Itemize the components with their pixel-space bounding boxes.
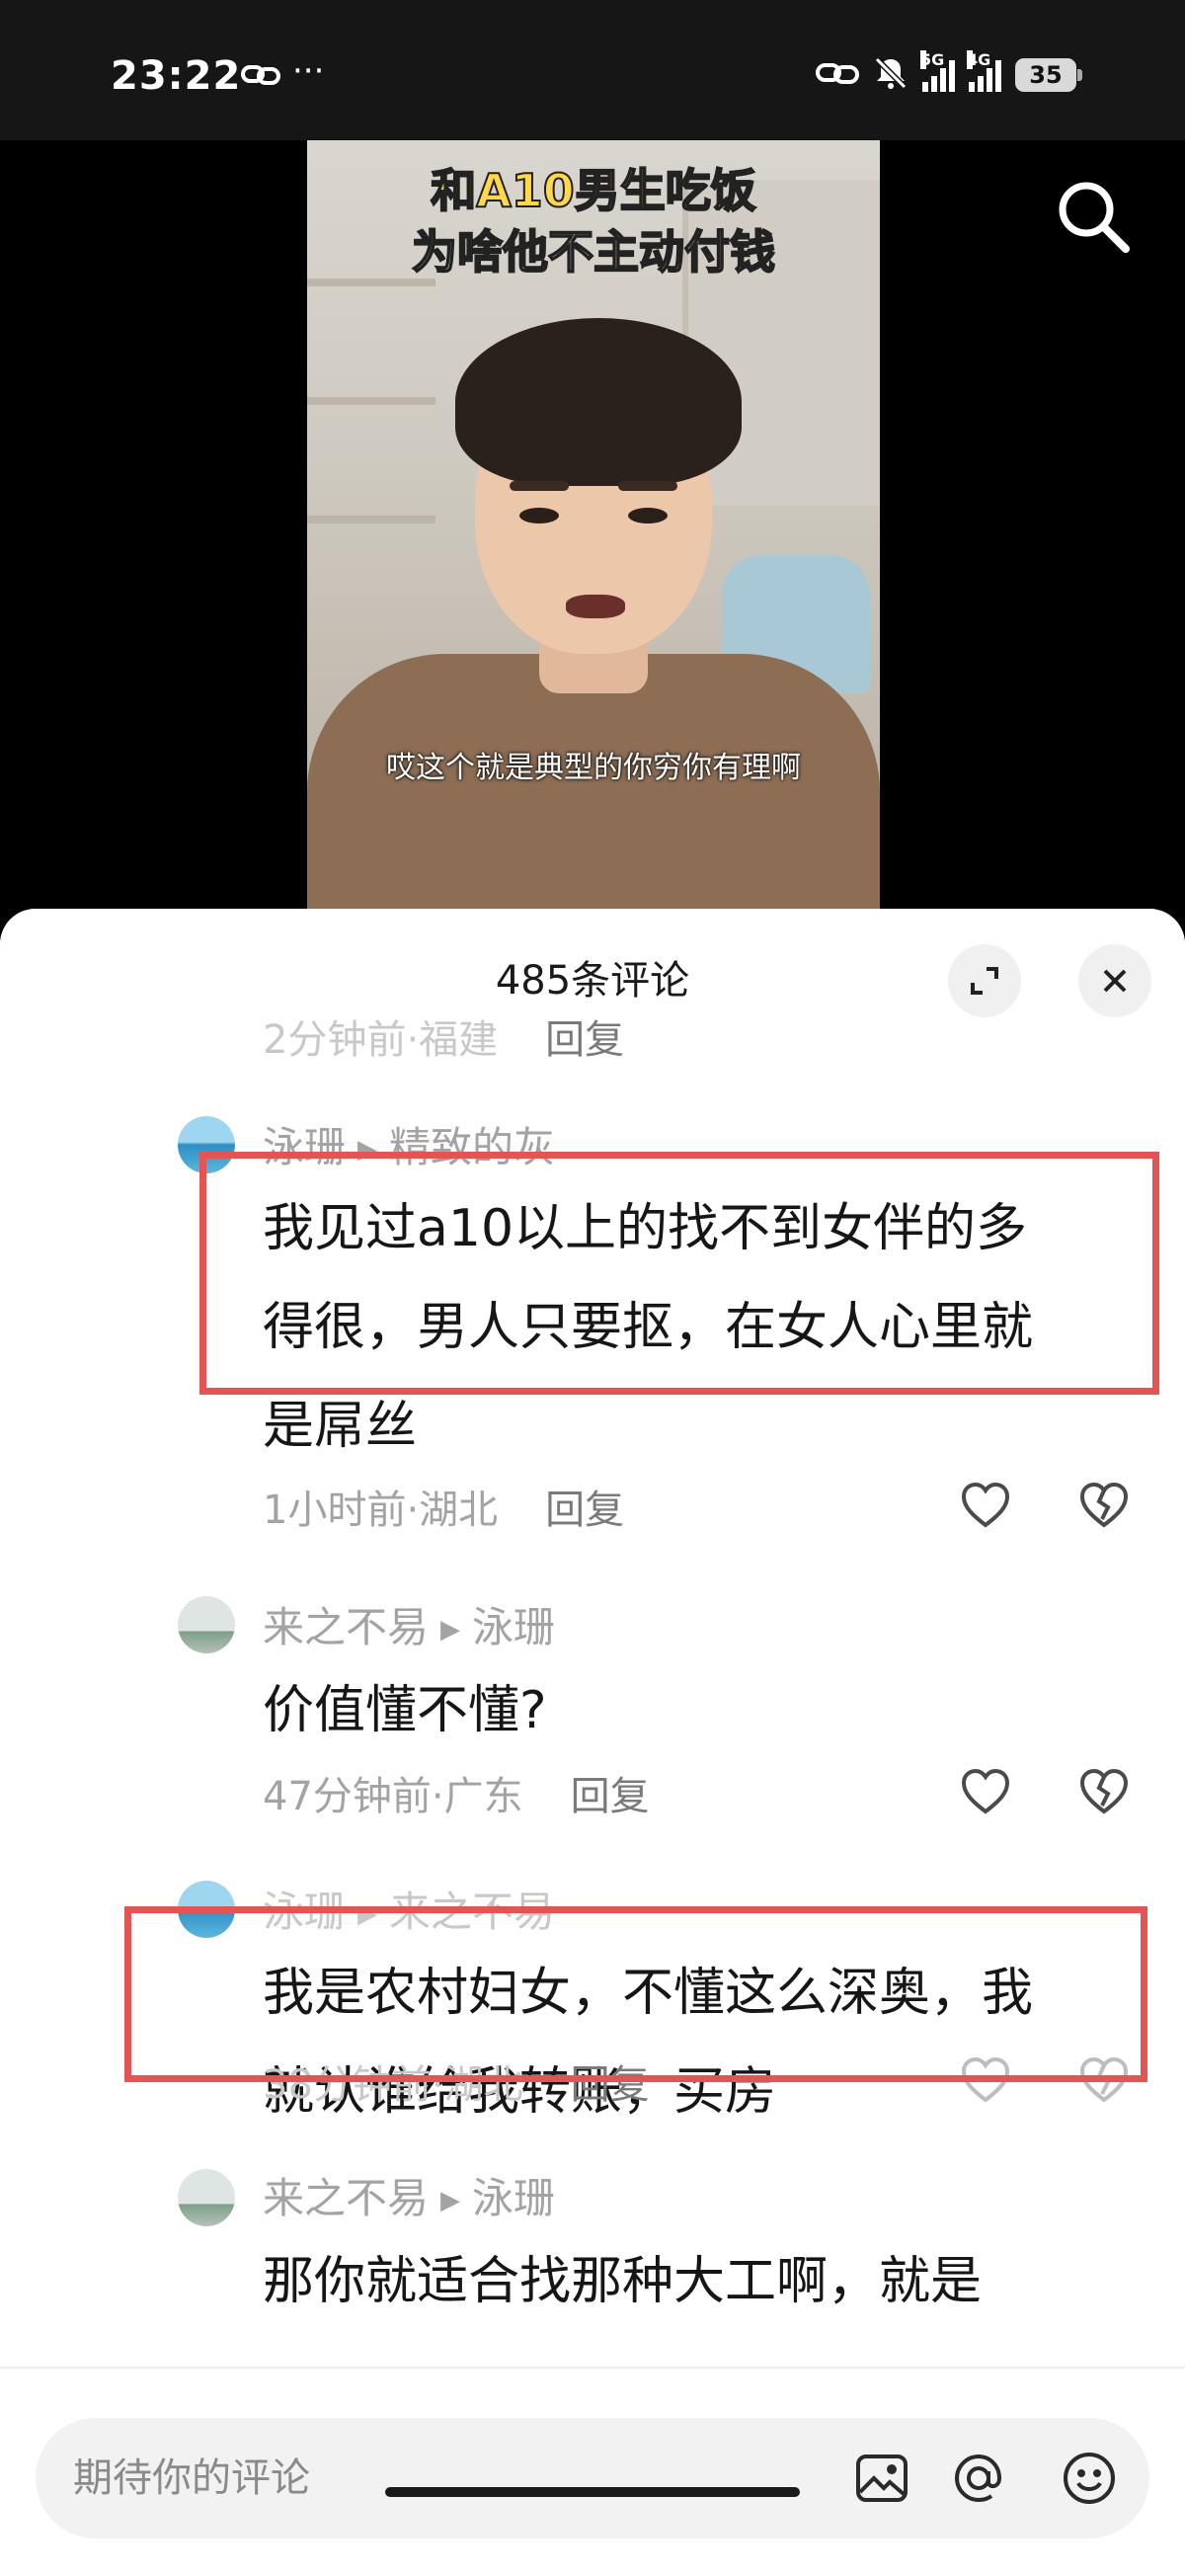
comment-meta: 1小时前 · 湖北 回复 — [263, 1478, 624, 1535]
reply-arrow-icon: ▶ — [440, 2186, 461, 2215]
link-icon — [816, 58, 859, 92]
comment-input-bar — [0, 2367, 1185, 2576]
status-time: 23:22 — [111, 53, 242, 99]
comment-meta: 47分钟前 · 广东 回复 — [263, 1764, 650, 1821]
status-bar: 23:22 ··· 5G 4G 35 — [0, 0, 1185, 140]
signal-4g-icon: 4G — [967, 50, 1001, 92]
expand-icon — [971, 967, 998, 995]
reply-arrow-icon: ▶ — [357, 1135, 378, 1165]
like-heart-icon[interactable] — [960, 2054, 1011, 2106]
reply-arrow-icon: ▶ — [440, 1615, 461, 1645]
eyebrow — [618, 481, 677, 491]
video-title: 和A10男生吃饭 为啥他不主动付钱 — [307, 160, 880, 282]
mouth — [566, 595, 625, 618]
dislike-broken-heart-icon[interactable] — [1078, 2054, 1130, 2106]
video-player[interactable]: 和A10男生吃饭 为啥他不主动付钱 哎这个就是典型的你穷你有理啊 — [0, 140, 1185, 921]
comment-author: 来之不易 ▶ 泳珊 — [263, 1603, 556, 1651]
like-heart-icon[interactable] — [960, 1480, 1011, 1531]
like-heart-icon[interactable] — [960, 1766, 1011, 1817]
eye — [628, 508, 668, 523]
shelf — [307, 397, 435, 405]
shelf — [307, 516, 435, 523]
comment-text: 价值懂不懂? — [263, 1681, 547, 1740]
avatar[interactable] — [178, 2169, 235, 2226]
expand-button[interactable] — [948, 944, 1021, 1017]
close-icon — [1103, 969, 1127, 993]
eyebrow — [510, 481, 569, 491]
video-title-line2: 为啥他不主动付钱 — [411, 224, 776, 280]
comment-author: 来之不易 ▶ 泳珊 — [263, 2174, 556, 2222]
avatar[interactable] — [178, 1881, 235, 1938]
avatar[interactable] — [178, 1116, 235, 1173]
mute-bell-icon — [873, 55, 908, 95]
dislike-broken-heart-icon[interactable] — [1078, 1480, 1130, 1531]
eye — [519, 508, 559, 523]
reply-arrow-icon: ▶ — [357, 1899, 378, 1929]
signal-5g-icon: 5G — [920, 50, 955, 92]
comments-sheet: 2分钟前 · 福建 回复 泳珊 ▶ 精致的灰 我见过a10以上的找不到女伴的多 得很，… — [0, 909, 1185, 2576]
avatar[interactable] — [178, 1596, 235, 1653]
video-subtitle: 哎这个就是典型的你穷你有理啊 — [386, 751, 801, 785]
person-hair — [455, 318, 742, 486]
reply-link[interactable]: 回复 — [571, 2053, 650, 2110]
comment-text: 那你就适合找那种大工啊，就是 — [263, 2252, 983, 2311]
dislike-broken-heart-icon[interactable] — [1078, 1766, 1130, 1817]
video-title-line1: 和A10男生吃饭 — [430, 163, 757, 218]
comment-text: 我是农村妇女，不懂这么深奥，我 就认谁给我转账，买房 — [263, 1964, 1034, 2122]
close-button[interactable] — [1078, 944, 1151, 1017]
emoji-icon[interactable] — [1059, 2448, 1120, 2509]
search-icon[interactable] — [1051, 174, 1134, 257]
video-frame: 和A10男生吃饭 为啥他不主动付钱 哎这个就是典型的你穷你有理啊 — [307, 140, 880, 921]
person-shirt — [307, 654, 880, 921]
comment-list[interactable]: 2分钟前 · 福建 回复 泳珊 ▶ 精致的灰 我见过a10以上的找不到女伴的多 得很，… — [0, 909, 1185, 2341]
home-indicator[interactable] — [385, 2487, 800, 2497]
image-icon[interactable] — [851, 2448, 912, 2509]
comment-author: 泳珊 ▶ 精致的灰 — [263, 1123, 556, 1171]
reply-link[interactable]: 回复 — [571, 1764, 650, 1821]
comments-header: 485条评论 — [0, 909, 1185, 1017]
comment-meta: 38分钟前 · 湖北 回复 — [263, 2053, 650, 2110]
status-icons: 5G 4G 35 — [816, 50, 1082, 95]
mention-icon[interactable] — [948, 2448, 1009, 2509]
comment-input[interactable] — [73, 2418, 764, 2538]
battery-indicator: 35 — [1015, 58, 1082, 92]
more-dots: ··· — [292, 51, 325, 91]
comment-author: 泳珊 ▶ 来之不易 — [263, 1888, 556, 1936]
link-icon — [241, 61, 280, 93]
comment-text: 我见过a10以上的找不到女伴的多 得很，男人只要抠，在女人心里就 是屌丝 — [263, 1199, 1034, 1456]
comment-input-pill — [36, 2418, 1149, 2538]
reply-link[interactable]: 回复 — [545, 1478, 624, 1535]
